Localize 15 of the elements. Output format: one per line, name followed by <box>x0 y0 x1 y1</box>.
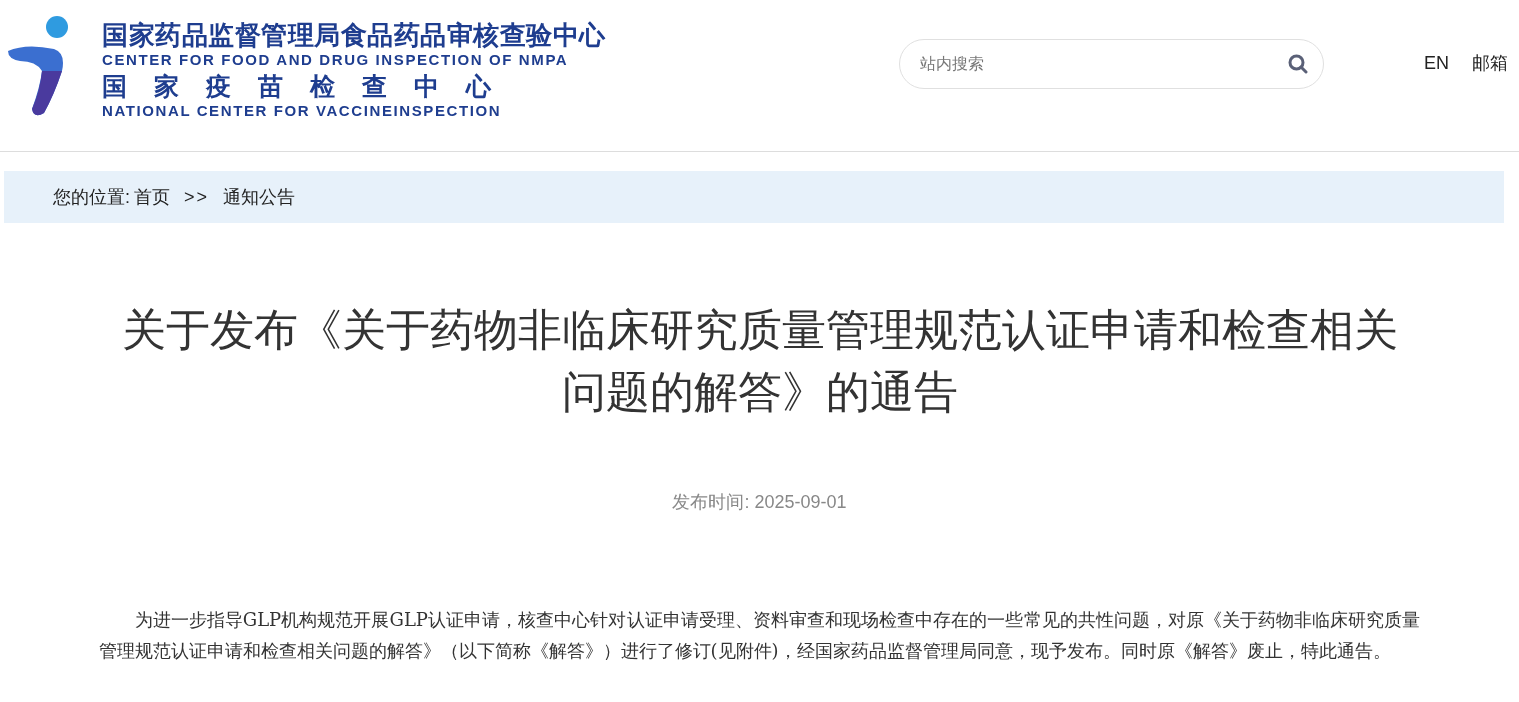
search-icon[interactable] <box>1288 53 1308 74</box>
article-title: 关于发布《关于药物非临床研究质量管理规范认证申请和检查相关问题的解答》的通告 <box>120 304 1399 418</box>
header-link[interactable]: 邮箱 <box>1472 50 1508 77</box>
publish-date: 发布时间: 2025-09-01 <box>672 491 847 514</box>
logo-title: 国家疫苗检查中心 <box>102 70 519 102</box>
article-paragraph: 为进一步指导GLP机构规范开展GLP认证申请，核查中心针对认证申请受理、资料审查和现场检查中存在的一些常见的共性问题，对原《关于药物非临床研究质量管理规范认证申请和检查相关问题的解答》（以下简称《解答》）进行了修订(见附件)，经国家药品监督管理局同意，现予发布。同时原《解答》废止，特此通告。 <box>98 608 1421 663</box>
breadcrumb-link[interactable]: 首页 <box>134 183 170 211</box>
breadcrumb-label: 您的位置: <box>53 185 130 209</box>
breadcrumb-link[interactable]: 通知公告 <box>223 183 296 211</box>
logo-subtitle: NATIONAL CENTER FOR VACCINEINSPECTION <box>102 101 503 120</box>
logo-title: 国家药品监督管理局食品药品审核查验中心 <box>102 19 606 50</box>
search-field[interactable]: 站内搜索 <box>899 38 1324 89</box>
header-link[interactable]: EN <box>1424 50 1449 77</box>
logo-subtitle: CENTER FOR FOOD AND DRUG INSPECTION OF NMPA <box>102 49 570 70</box>
breadcrumb-separator: >> <box>184 185 210 209</box>
